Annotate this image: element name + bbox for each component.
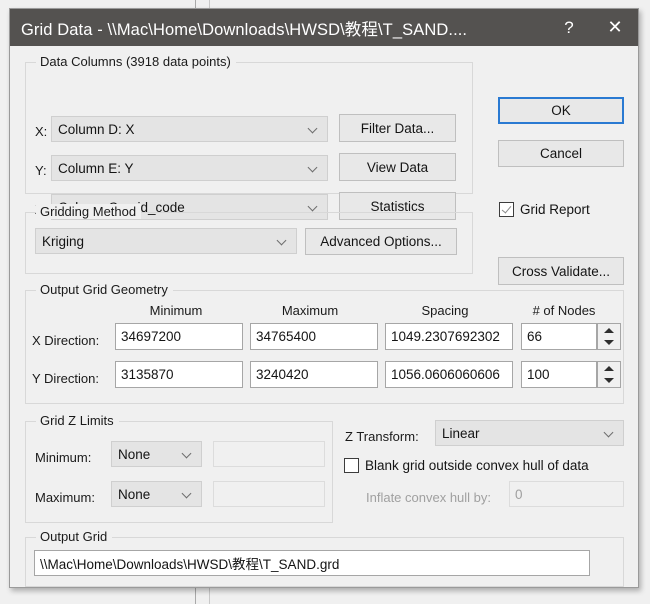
minimum-column-header: Minimum [149, 303, 203, 318]
x-column-value: Column D: X [58, 121, 135, 137]
spinner-down-icon[interactable] [598, 337, 620, 350]
x-nodes-spinner[interactable] [597, 323, 621, 350]
chevron-down-icon [183, 449, 192, 458]
chevron-down-icon [309, 124, 318, 133]
z-transform-label: Z Transform: [345, 429, 419, 444]
chevron-down-icon [309, 163, 318, 172]
blank-grid-checkbox[interactable]: Blank grid outside convex hull of data [344, 458, 589, 473]
x-spacing-input[interactable]: 1049.2307692302 [385, 323, 513, 350]
title-bar: Grid Data - \\Mac\Home\Downloads\HWSD\教程… [10, 9, 638, 46]
checkbox-checked-icon [499, 202, 514, 217]
blank-grid-label: Blank grid outside convex hull of data [365, 458, 589, 473]
y-maximum-input[interactable]: 3240420 [250, 361, 378, 388]
y-column-combo[interactable]: Column E: Y [51, 155, 328, 181]
cross-validate-button[interactable]: Cross Validate... [498, 257, 624, 285]
z-maximum-mode-value: None [118, 486, 151, 502]
spinner-down-icon[interactable] [598, 375, 620, 388]
maximum-column-header: Maximum [281, 303, 339, 318]
grid-z-limits-group-title: Grid Z Limits [36, 413, 119, 428]
z-maximum-label: Maximum: [35, 490, 95, 505]
data-columns-group-title: Data Columns (3918 data points) [36, 54, 236, 69]
x-column-label: X: [35, 124, 48, 139]
advanced-options-button[interactable]: Advanced Options... [305, 228, 457, 255]
output-grid-path-input[interactable]: \\Mac\Home\Downloads\HWSD\教程\T_SAND.grd [34, 550, 590, 576]
z-transform-combo[interactable]: Linear [435, 420, 624, 446]
y-minimum-input[interactable]: 3135870 [115, 361, 243, 388]
x-maximum-input[interactable]: 34765400 [250, 323, 378, 350]
x-nodes-input[interactable]: 66 [521, 323, 597, 350]
close-button[interactable]: ✕ [592, 9, 638, 46]
output-grid-group-title: Output Grid [36, 529, 113, 544]
dialog-client-area: Data Columns (3918 data points) X: Colum… [10, 46, 638, 587]
x-direction-label: X Direction: [32, 333, 100, 348]
z-transform-value: Linear [442, 425, 480, 441]
inflate-convex-hull-input: 0 [509, 481, 624, 507]
z-minimum-mode-value: None [118, 446, 151, 462]
grid-data-dialog: Grid Data - \\Mac\Home\Downloads\HWSD\教程… [9, 8, 639, 588]
gridding-method-value: Kriging [42, 233, 85, 249]
window-title: Grid Data - \\Mac\Home\Downloads\HWSD\教程… [21, 20, 468, 39]
y-column-label: Y: [35, 163, 47, 178]
view-data-button[interactable]: View Data [339, 153, 456, 181]
gridding-method-combo[interactable]: Kriging [35, 228, 297, 254]
spinner-up-icon[interactable] [598, 362, 620, 375]
spacing-column-header: Spacing [421, 303, 469, 318]
z-minimum-label: Minimum: [35, 450, 92, 465]
inflate-convex-hull-label: Inflate convex hull by: [366, 490, 492, 505]
y-nodes-input[interactable]: 100 [521, 361, 597, 388]
output-grid-geometry-group-title: Output Grid Geometry [36, 282, 173, 297]
x-minimum-input[interactable]: 34697200 [115, 323, 243, 350]
grid-report-checkbox[interactable]: Grid Report [499, 202, 590, 217]
z-maximum-mode-combo[interactable]: None [111, 481, 202, 507]
chevron-down-icon [278, 236, 287, 245]
chevron-down-icon [183, 489, 192, 498]
gridding-method-group-title: Gridding Method [36, 204, 142, 219]
checkbox-unchecked-icon [344, 458, 359, 473]
chevron-down-icon [605, 428, 614, 437]
filter-data-button[interactable]: Filter Data... [339, 114, 456, 142]
y-spacing-input[interactable]: 1056.0606060606 [385, 361, 513, 388]
nodes-column-header: # of Nodes [532, 303, 596, 318]
grid-report-label: Grid Report [520, 202, 590, 217]
y-column-value: Column E: Y [58, 160, 134, 176]
x-column-combo[interactable]: Column D: X [51, 116, 328, 142]
y-direction-label: Y Direction: [32, 371, 99, 386]
z-maximum-value-input [213, 481, 325, 507]
grid-z-limits-group: Grid Z Limits [25, 413, 333, 523]
ok-button[interactable]: OK [498, 97, 624, 124]
z-minimum-mode-combo[interactable]: None [111, 441, 202, 467]
spinner-up-icon[interactable] [598, 324, 620, 337]
chevron-down-icon [309, 202, 318, 211]
y-nodes-spinner[interactable] [597, 361, 621, 388]
cancel-button[interactable]: Cancel [498, 140, 624, 167]
z-minimum-value-input [213, 441, 325, 467]
help-button[interactable]: ? [546, 9, 592, 46]
